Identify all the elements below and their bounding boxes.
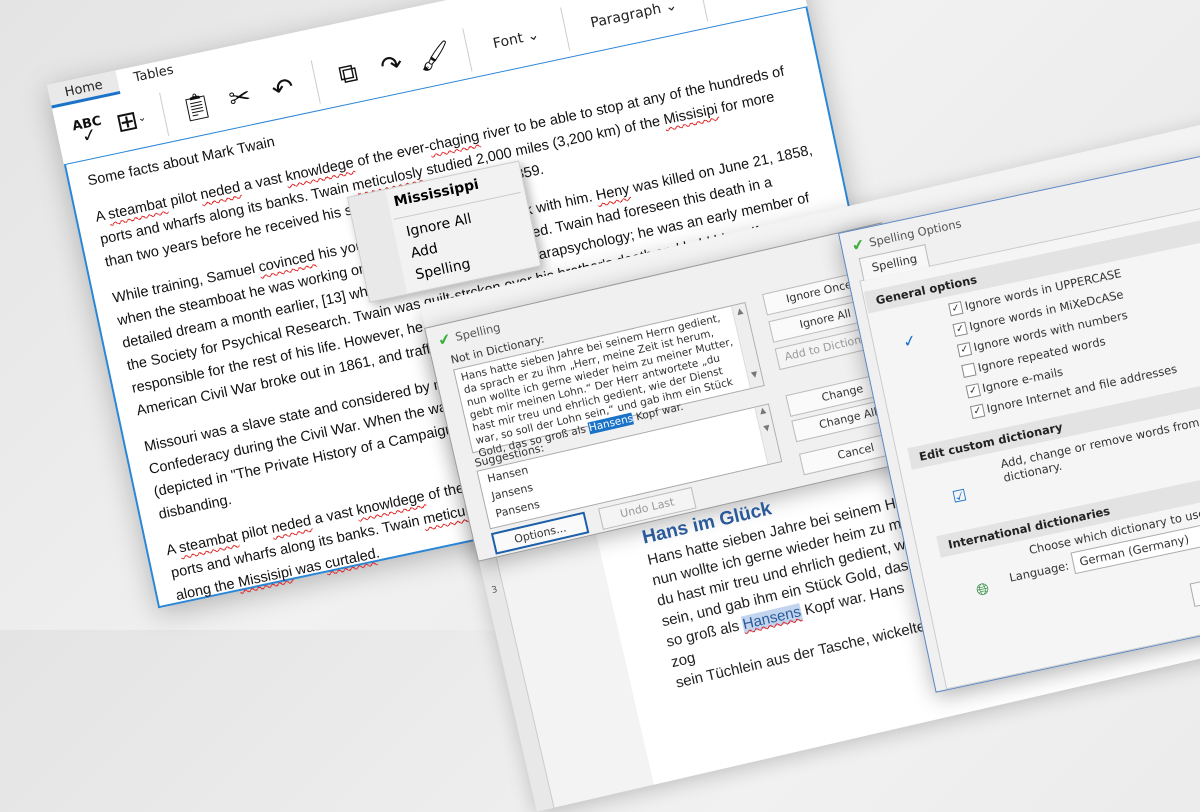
copy-icon[interactable]: ⧉ — [328, 54, 368, 94]
chevron-down-icon: ⌄ — [663, 0, 679, 16]
divider — [158, 92, 170, 136]
misspelled-word[interactable]: Missisipi — [237, 564, 294, 591]
title-text: Spelling — [453, 320, 502, 344]
text-run: a vast — [238, 169, 288, 195]
checkbox[interactable]: ✓ — [965, 382, 981, 399]
chevron-down-icon: ⌄ — [525, 26, 541, 45]
paragraph-dropdown[interactable]: Paragraph ⌄ — [579, 0, 688, 33]
menu-item-add[interactable]: Add — [409, 241, 439, 262]
text-run: was — [290, 556, 327, 580]
format-painter-icon[interactable]: 🖌︎ — [414, 36, 454, 76]
suggestion-item[interactable]: Pansens — [494, 498, 541, 521]
text-run: a vast — [309, 503, 359, 529]
misspelled-word[interactable]: chaging — [428, 128, 481, 154]
scrollbar[interactable]: ▲ ▼ — [754, 404, 782, 465]
spellcheck-icon[interactable]: ABC ✓ — [68, 110, 108, 150]
divider — [310, 59, 321, 104]
misspelled-word[interactable]: covinced — [257, 248, 316, 276]
checkbox[interactable]: ✓ — [956, 341, 973, 357]
cut-icon[interactable]: ✂ — [220, 78, 260, 118]
undo-icon[interactable]: ↶ — [263, 68, 303, 108]
font-dropdown[interactable]: Font ⌄ — [482, 24, 551, 54]
divider — [462, 27, 473, 71]
misspelled-word[interactable]: curtaled — [323, 546, 377, 572]
find-icon[interactable]: ⊞ ⌄ — [111, 101, 151, 141]
misspelled-word[interactable]: neded — [199, 179, 242, 203]
divider — [559, 6, 570, 51]
misspelled-word[interactable]: Heny — [594, 181, 630, 204]
checkbox[interactable]: ✓ — [969, 403, 986, 419]
redo-icon[interactable]: ↷ — [371, 45, 411, 85]
text-run: pilot — [235, 521, 274, 545]
spellcheck-icon: ✔ — [436, 329, 453, 350]
menu-item-spelling[interactable]: Spelling — [414, 256, 472, 283]
divider — [697, 0, 708, 21]
font-label: Font — [491, 29, 525, 52]
checkbox[interactable] — [961, 362, 977, 378]
checkbox[interactable]: ✓ — [947, 300, 964, 316]
misspelled-word[interactable]: Missisipi — [662, 101, 719, 128]
misspelled-word[interactable]: neded — [270, 513, 313, 537]
paragraph-label: Paragraph — [589, 0, 663, 31]
scrollbar[interactable]: ▲ ▼ — [731, 303, 764, 389]
paste-icon[interactable]: 📋︎ — [177, 87, 217, 127]
spellcheck-icon: ✔ — [850, 234, 867, 256]
text-run: pilot — [164, 187, 203, 211]
checkbox[interactable]: ✓ — [952, 321, 968, 337]
